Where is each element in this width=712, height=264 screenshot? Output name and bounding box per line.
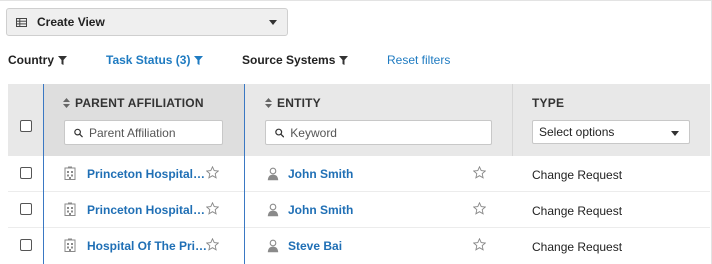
source-systems-filter[interactable]: Source Systems (242, 53, 349, 67)
country-filter[interactable]: Country (8, 53, 67, 67)
sort-icon (265, 98, 272, 108)
star-icon[interactable] (206, 238, 219, 251)
parent-affiliation-link[interactable]: Princeton Hospital… (87, 203, 206, 217)
parent-affiliation-link[interactable]: Princeton Hospital… (87, 167, 206, 181)
search-icon (74, 128, 83, 137)
parent-affiliation-search-input[interactable] (88, 125, 222, 140)
create-view-dropdown[interactable]: Create View (6, 8, 288, 36)
hospital-building-icon (64, 202, 76, 216)
star-icon[interactable] (473, 166, 486, 179)
hospital-building-icon (64, 238, 76, 252)
type-header: TYPE (532, 96, 564, 110)
task-status-filter-label: Task Status (3) (106, 53, 191, 67)
entity-link[interactable]: Steve Bai (288, 239, 342, 253)
chevron-down-icon (671, 131, 679, 136)
parent-affiliation-header[interactable]: PARENT AFFILIATION (63, 96, 204, 110)
entity-header[interactable]: ENTITY (265, 96, 321, 110)
entity-search[interactable] (265, 120, 492, 145)
star-icon[interactable] (206, 166, 219, 179)
reset-filters-link[interactable]: Reset filters (387, 53, 450, 67)
row-checkbox[interactable] (20, 167, 32, 179)
source-systems-filter-label: Source Systems (242, 53, 336, 67)
row-checkbox[interactable] (20, 203, 32, 215)
row-checkbox[interactable] (20, 239, 32, 251)
task-status-filter[interactable]: Task Status (3) (106, 53, 204, 67)
top-border (0, 0, 712, 1)
person-icon (267, 167, 279, 181)
parent-affiliation-header-label: PARENT AFFILIATION (75, 96, 204, 110)
table-grid-icon (16, 17, 27, 27)
column-divider (512, 84, 513, 156)
star-icon[interactable] (473, 202, 486, 215)
select-all-checkbox[interactable] (20, 120, 32, 132)
type-select-value: Select options (539, 125, 615, 139)
type-cell: Change Request (532, 168, 623, 182)
parent-affiliation-search[interactable] (64, 120, 223, 145)
entity-header-label: ENTITY (277, 96, 321, 110)
entity-link[interactable]: John Smith (288, 167, 353, 181)
filter-bar: Country Task Status (3) Source Systems R… (0, 53, 712, 67)
entity-link[interactable]: John Smith (288, 203, 353, 217)
type-cell: Change Request (532, 240, 623, 254)
hospital-building-icon (64, 166, 76, 180)
type-select[interactable]: Select options (532, 120, 690, 144)
column-separator (244, 84, 245, 264)
star-icon[interactable] (473, 238, 486, 251)
star-icon[interactable] (206, 202, 219, 215)
search-icon (275, 128, 285, 138)
filter-funnel-icon (194, 55, 204, 65)
sort-icon (63, 98, 70, 108)
entity-search-input[interactable] (290, 125, 491, 140)
person-icon (267, 239, 279, 253)
type-cell: Change Request (532, 204, 623, 218)
filter-funnel-icon (339, 55, 349, 65)
create-view-label: Create View (37, 15, 105, 29)
chevron-down-icon (269, 20, 277, 25)
type-header-label: TYPE (532, 96, 565, 110)
country-filter-label: Country (8, 53, 54, 67)
parent-affiliation-link[interactable]: Hospital Of The Pri… (87, 239, 206, 253)
column-separator (43, 84, 44, 264)
person-icon (267, 203, 279, 217)
filter-funnel-icon (58, 55, 67, 65)
